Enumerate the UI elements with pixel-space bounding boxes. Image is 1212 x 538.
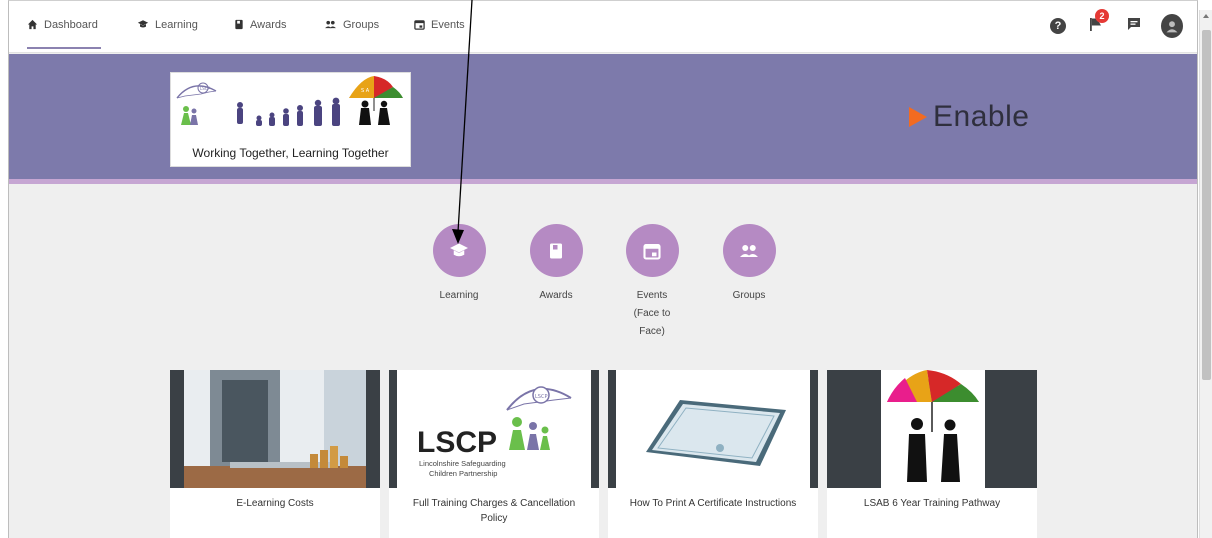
messages-button[interactable] — [1123, 15, 1145, 37]
user-menu-button[interactable] — [1161, 14, 1183, 38]
lscp-subtitle-1: Lincolnshire Safeguarding — [419, 459, 506, 468]
card-title: E-Learning Costs — [236, 498, 314, 509]
book-icon — [529, 224, 583, 277]
people-icon — [324, 19, 337, 34]
quicklink-events-line2: (Face to — [633, 308, 671, 319]
scroll-up-arrow-icon[interactable] — [1203, 14, 1209, 18]
book-icon — [234, 19, 244, 34]
scrollbar-thumb[interactable] — [1202, 30, 1211, 380]
notifications-button[interactable]: 2 — [1085, 9, 1109, 37]
calendar-icon — [625, 224, 679, 277]
card-e-learning-costs[interactable]: E-Learning Costs — [170, 370, 380, 538]
chat-icon — [1126, 16, 1142, 37]
quicklink-events-line3: Face) — [639, 326, 665, 337]
graduation-cap-icon — [432, 224, 486, 277]
question-icon: ? — [1050, 18, 1066, 34]
card-training-charges[interactable]: LSCP LSCP Lincolnshire Safeguarding Chil… — [389, 370, 599, 538]
quicklink-groups-label: Groups — [732, 290, 766, 301]
graduation-cap-icon — [137, 19, 149, 34]
organisation-logo: LSCP S A Working Together, Learning Toge… — [170, 72, 411, 167]
quicklink-events-line1: Events — [636, 290, 668, 301]
quicklink-groups[interactable]: Groups — [709, 224, 789, 305]
card-image-laptop-coins — [170, 370, 380, 488]
nav-dashboard-label: Dashboard — [44, 19, 98, 31]
quicklink-learning-label: Learning — [439, 290, 479, 301]
enable-brand-text: Enable — [933, 100, 1030, 133]
nav-learning[interactable]: Learning — [137, 19, 198, 49]
nav-groups[interactable]: Groups — [324, 19, 379, 49]
quick-links: Learning Awards Events (Face to Face) Gr… — [9, 224, 1197, 344]
quicklink-events[interactable]: Events (Face to Face) — [612, 224, 692, 341]
quicklink-events-label: Events (Face to Face) — [612, 287, 692, 341]
card-title: LSAB 6 Year Training Pathway — [863, 498, 1001, 509]
nav-awards[interactable]: Awards — [234, 19, 286, 49]
quicklink-learning[interactable]: Learning — [419, 224, 499, 305]
help-button[interactable]: ? — [1047, 15, 1069, 37]
home-icon — [27, 19, 38, 34]
card-title: Full Training Charges & Cancellation Pol… — [412, 498, 576, 524]
logo-tagline: Working Together, Learning Together — [192, 146, 389, 160]
people-icon — [722, 224, 776, 277]
nav-groups-label: Groups — [343, 19, 380, 31]
nav-events[interactable]: Events — [414, 19, 465, 49]
card-image-umbrella-couple — [827, 370, 1037, 488]
toolbar-icons: ? 2 — [1047, 9, 1183, 38]
lscp-mini-badge: LSCP — [200, 86, 211, 91]
lscp-badge-text: LSCP — [535, 394, 547, 400]
top-navigation: Dashboard Learning Awards Groups Events — [9, 1, 1197, 53]
play-triangle-icon — [909, 107, 927, 127]
card-title: How To Print A Certificate Instructions — [629, 498, 797, 509]
notification-badge: 2 — [1095, 9, 1109, 23]
vertical-scrollbar[interactable] — [1199, 10, 1212, 538]
calendar-icon — [414, 19, 425, 34]
nav-dashboard[interactable]: Dashboard — [27, 19, 101, 49]
enable-brand: Enable — [909, 100, 1029, 134]
header-banner: LSCP S A Working Together, Learning Toge… — [9, 54, 1197, 184]
card-lsab-pathway[interactable]: LSAB 6 Year Training Pathway — [827, 370, 1037, 538]
nav-awards-label: Awards — [250, 19, 287, 31]
card-image-certificate — [608, 370, 818, 488]
lscp-subtitle-2: Children Partnership — [429, 469, 497, 478]
app-frame: Dashboard Learning Awards Groups Events — [8, 0, 1198, 538]
card-image-lscp-logo: LSCP LSCP Lincolnshire Safeguarding Chil… — [389, 370, 599, 488]
lscp-wordmark: LSCP — [417, 426, 497, 459]
nav-learning-label: Learning — [155, 19, 198, 31]
card-print-certificate[interactable]: How To Print A Certificate Instructions — [608, 370, 818, 538]
umbrella-lettering: S A — [361, 88, 370, 94]
nav-events-label: Events — [431, 19, 465, 31]
quicklink-awards[interactable]: Awards — [516, 224, 596, 305]
lineage-figures-illustration: LSCP S A — [176, 76, 403, 126]
quicklink-awards-label: Awards — [539, 290, 573, 301]
avatar — [1161, 14, 1183, 38]
